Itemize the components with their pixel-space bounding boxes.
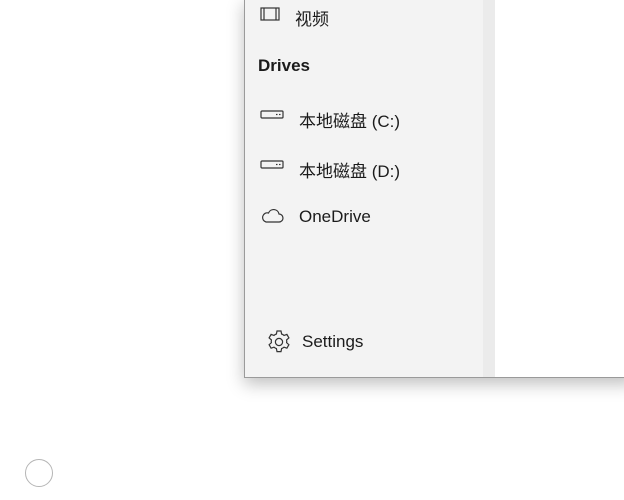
- hard-drive-icon: [260, 159, 284, 171]
- film-icon: [260, 6, 280, 22]
- cloud-icon: [260, 208, 284, 224]
- nav-item-videos[interactable]: 视频: [245, 0, 483, 34]
- nav-item-settings[interactable]: Settings: [245, 324, 483, 360]
- hard-drive-icon: [260, 109, 284, 121]
- circle-control[interactable]: [25, 459, 53, 487]
- navigation-pane: 视频 Drives 本地磁盘 (C:) 本地磁盘 (D:) OneDrive S…: [245, 0, 495, 377]
- gear-icon: [266, 329, 292, 355]
- nav-item-onedrive[interactable]: OneDrive: [245, 199, 483, 235]
- nav-item-label: 视频: [295, 10, 329, 29]
- drives-section-header: Drives: [258, 56, 310, 75]
- nav-pane-edge: [483, 0, 495, 377]
- nav-item-drive-c[interactable]: 本地磁盘 (C:): [245, 99, 483, 135]
- nav-item-label: 本地磁盘 (D:): [299, 162, 401, 181]
- nav-item-label: Settings: [302, 332, 364, 351]
- content-area: [495, 0, 624, 377]
- file-picker-window: 视频 Drives 本地磁盘 (C:) 本地磁盘 (D:) OneDrive S…: [244, 0, 624, 378]
- nav-item-label: OneDrive: [299, 207, 371, 226]
- nav-item-label: 本地磁盘 (C:): [299, 112, 401, 131]
- nav-item-drive-d[interactable]: 本地磁盘 (D:): [245, 149, 483, 185]
